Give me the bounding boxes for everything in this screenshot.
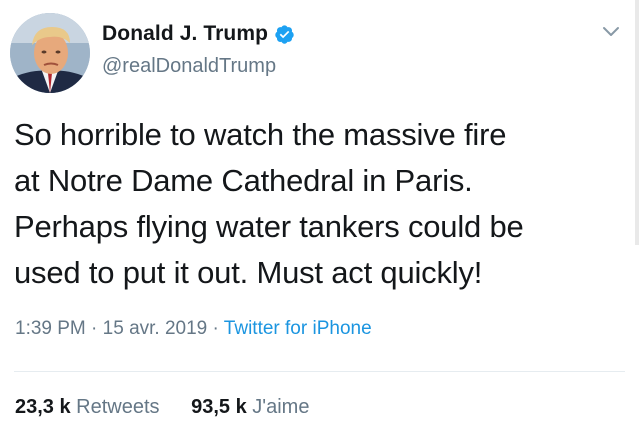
author-name-row: Donald J. Trump [102, 22, 295, 46]
likes-count: 93,5 k [191, 396, 247, 418]
retweets-count: 23,3 k [15, 396, 71, 418]
avatar[interactable] [10, 13, 90, 93]
likes-stat[interactable]: 93,5 k J'aime [191, 396, 309, 419]
tweet-text-line: used to put it out. Must act quickly! [14, 255, 483, 290]
verified-badge-icon [275, 24, 294, 44]
author-display-name[interactable]: Donald J. Trump [102, 22, 268, 46]
meta-separator: · [207, 318, 224, 339]
chevron-down-icon[interactable] [602, 26, 620, 38]
likes-label: J'aime [252, 396, 310, 418]
tweet-text-line: So horrible to watch the massive fire [14, 117, 507, 152]
tweet-text-line: at Notre Dame Cathedral in Paris. [14, 163, 473, 198]
tweet-time[interactable]: 1:39 PM [15, 318, 86, 339]
tweet-text-line: Perhaps flying water tankers could be [14, 209, 524, 244]
author-handle[interactable]: @realDonaldTrump [102, 55, 276, 78]
divider [14, 371, 625, 372]
avatar-image [10, 13, 90, 93]
retweets-stat[interactable]: 23,3 k Retweets [15, 396, 160, 419]
scrollbar[interactable] [635, 0, 639, 245]
meta-separator: · [85, 318, 103, 339]
tweet-meta: 1:39 PM · 15 avr. 2019 · Twitter for iPh… [15, 318, 372, 340]
tweet-text: So horrible to watch the massive fire at… [14, 112, 624, 296]
tweet-stats: 23,3 k Retweets 93,5 k J'aime [15, 396, 309, 419]
tweet-date[interactable]: 15 avr. 2019 [103, 318, 208, 339]
tweet-card: Donald J. Trump @realDonaldTrump So horr… [0, 0, 639, 438]
retweets-label: Retweets [76, 396, 160, 418]
tweet-source-link[interactable]: Twitter for iPhone [224, 318, 372, 339]
